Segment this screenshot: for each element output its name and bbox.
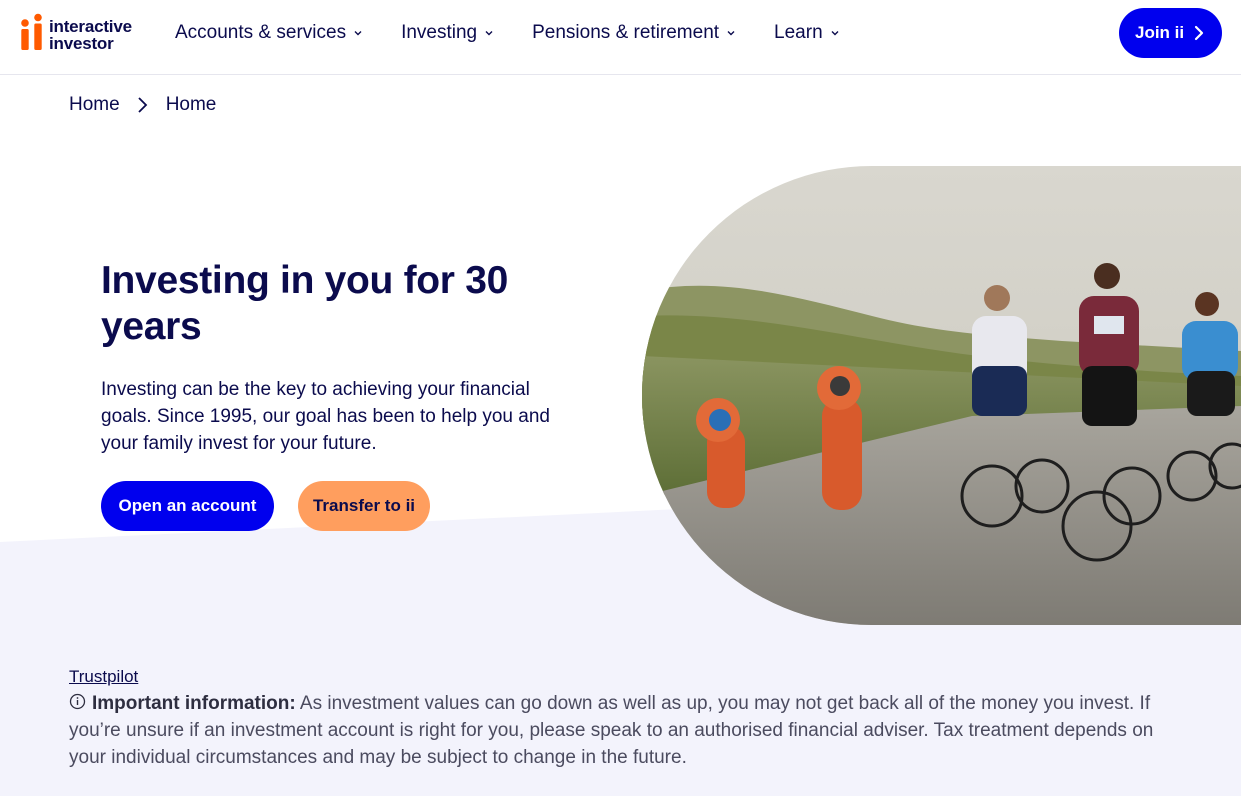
site-header: interactive investor Accounts & services… (0, 0, 1241, 75)
breadcrumb-item-home[interactable]: Home (69, 94, 120, 116)
logo-mark-icon (21, 13, 42, 50)
chevron-right-icon (138, 97, 147, 113)
open-account-button[interactable]: Open an account (101, 481, 274, 531)
ii-logo[interactable]: interactive investor (20, 13, 145, 55)
chevron-down-icon (727, 31, 735, 36)
hero-image-cyclists (642, 166, 1241, 625)
nav-accounts-services[interactable]: Accounts & services (175, 20, 363, 46)
hero-title: Investing in you for 30 years (101, 259, 508, 348)
nav-pensions-retirement[interactable]: Pensions & retirement (532, 20, 736, 46)
chevron-down-icon (485, 31, 493, 36)
logo-text-line2: investor (49, 34, 114, 53)
chevron-down-icon (354, 31, 362, 36)
nav-label: Investing (401, 22, 478, 43)
info-icon (69, 693, 86, 710)
trustpilot-link[interactable]: Trustpilot (69, 667, 138, 687)
info-heading: Important information: (92, 693, 296, 714)
nav-label: Learn (774, 22, 823, 43)
transfer-to-ii-button[interactable]: Transfer to ii (298, 481, 430, 531)
nav-label: Accounts & services (175, 22, 347, 43)
chevron-right-icon (1195, 25, 1204, 41)
join-label: Join ii (1135, 23, 1185, 42)
nav-label: Pensions & retirement (532, 22, 720, 43)
breadcrumb: Home Home (69, 92, 216, 118)
chevron-down-icon (831, 31, 839, 36)
breadcrumb-item-current[interactable]: Home (166, 94, 217, 116)
nav-learn[interactable]: Learn (774, 20, 840, 46)
nav-investing[interactable]: Investing (401, 20, 494, 46)
hero-description: Investing can be the key to achieving yo… (101, 379, 550, 454)
main-nav: Accounts & services Investing Pensions &… (175, 20, 840, 46)
important-information: Important information: As investment val… (69, 690, 1159, 771)
join-ii-button[interactable]: Join ii (1119, 8, 1222, 58)
